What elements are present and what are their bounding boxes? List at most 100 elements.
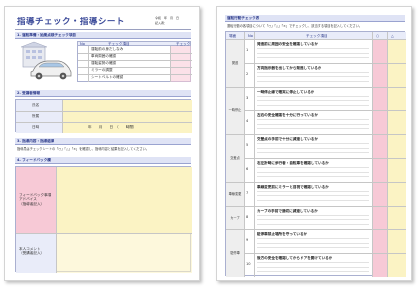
document-page-left: 指導チェック・指導シート 令和 年 月 日 記入者： 1. 運転準備・始業点検チ… — [4, 6, 200, 281]
p2-item-subline — [257, 128, 369, 129]
p2-item-subline — [257, 190, 369, 192]
p2-item-subline — [257, 104, 369, 106]
p2-scene-label: 駐停車 — [230, 251, 240, 256]
section-3-note: 指導員はチェックシートの「○」「△」「×」を確認し、指導内容と結果を記入してくだ… — [17, 147, 150, 151]
p2-row-divider — [244, 181, 406, 183]
p2-row-divider — [244, 229, 406, 230]
date-label: 令和 年 月 日 — [155, 16, 180, 20]
s1-row-1: 運転前の身だしなみ — [91, 47, 124, 51]
section-4-heading: 4. フィードバック欄 — [17, 158, 51, 162]
car-building-illustration — [20, 41, 72, 80]
p2-row-number: 2 — [246, 71, 249, 76]
s1-row-3: 運転姿勢の確認 — [91, 61, 117, 65]
feedback-label-1: フィードバック事項 アドバイス （指導者記入） — [19, 193, 52, 206]
s1-row-5: シートベルトの確認 — [91, 75, 124, 79]
info-label-name: 氏名 — [32, 103, 40, 107]
p2-row-divider — [244, 253, 406, 254]
p2-col-fair: △ — [391, 33, 394, 38]
p2-item-subline — [257, 167, 369, 168]
p2-check-item: 駐停車禁止場所を守っているか — [257, 232, 308, 237]
p2-item-subline — [257, 123, 369, 125]
p2-check-item: 右左折時に歩行者・自転車を確認しているか — [257, 161, 329, 165]
p2-item-subline — [257, 95, 369, 97]
p2-item-subline — [257, 57, 369, 58]
p2-col-no: No — [248, 33, 253, 38]
p2-row-number: 8 — [246, 214, 249, 219]
section-1-heading: 1. 運転準備・始業点検チェック項目 — [17, 33, 77, 37]
p2-item-subline — [257, 247, 369, 248]
p2-scene-divider — [226, 181, 244, 183]
p2-item-subline — [257, 71, 369, 73]
p2-item-subline — [257, 242, 369, 244]
section-4-header: 4. フィードバック欄 — [15, 157, 191, 164]
s1-row-4: ミラーの調整 — [91, 68, 113, 72]
p2-item-subline — [257, 223, 369, 225]
p2-scene-label: 車線変更 — [228, 191, 242, 196]
p2-row-divider — [244, 86, 406, 88]
p2-row-divider — [244, 110, 406, 111]
feedback-input-cell-2 — [56, 233, 192, 273]
p2-instruction: 運転行動の各項目について「○」「△」「×」でチェックし、該当する項目を記入してく… — [227, 24, 363, 28]
p2-item-subline — [257, 48, 369, 49]
section-3-heading: 3. 指導内容・指導結果 — [17, 139, 55, 143]
p2-item-subline — [257, 171, 369, 173]
p2-item-subline — [257, 214, 369, 216]
section-2-heading: 2. 受講者情報 — [17, 91, 41, 95]
p2-item-subline — [257, 100, 369, 101]
p2-col-ok: ○ — [376, 33, 380, 38]
p2-check-item: カーブの手前で適切に減速しているか — [257, 208, 318, 213]
p2-row-number: 4 — [246, 119, 249, 124]
behavior-check-table: 場面 No チェック項目 ○ △ 1 発進前に周囲の安全を確認しているか 2 方向指示… — [225, 31, 406, 277]
p2-item-subline — [257, 143, 369, 144]
s1-row-2: 車両周囲の確認 — [91, 54, 117, 58]
s1-table-body: 運転前の身だしなみ 車両周囲の確認 運転姿勢の確認 ミラーの調整 シートベルトの… — [77, 46, 192, 82]
p2-item-subline — [257, 219, 369, 220]
p2-scene-divider — [226, 205, 244, 207]
p2-row-number: 7 — [246, 190, 249, 195]
p2-item-subline — [257, 266, 369, 268]
p2-col-scene: 場面 — [229, 33, 237, 38]
feedback-input-cell-1 — [56, 167, 192, 233]
p2-check-item: 方向指示器を出してから発進しているか — [257, 65, 322, 70]
p2-check-item: 左右の安全確認を十分に行っているか — [257, 113, 318, 118]
p2-row-divider — [244, 158, 406, 159]
recorder-label: 記入者： — [155, 21, 184, 25]
feedback-table: フィードバック事項 アドバイス （指導者記入） 本人コメント （受講者記入） — [15, 166, 192, 273]
info-date-text: 年 月 日 （ 時間） — [88, 125, 137, 129]
info-label-dept: 所属 — [32, 114, 40, 118]
s1-check-column — [170, 46, 191, 82]
p2-title: 運転行動チェック表 — [227, 16, 260, 20]
p2-col-item: チェック項目 — [306, 33, 328, 38]
p2-scene-label: 一時停止 — [228, 108, 242, 113]
p2-item-subline — [257, 176, 369, 177]
p2-row-number: 3 — [246, 95, 249, 100]
p2-item-subline — [257, 238, 369, 239]
p2-row-number: 5 — [246, 143, 249, 148]
p2-title-bar: 運転行動チェック表 — [225, 15, 405, 22]
page-title: 指導チェック・指導シート — [17, 17, 125, 27]
p2-check-item: 後方の安全を確認してからドアを開けているか — [257, 256, 333, 261]
p2-check-item: 発進前に周囲の安全を確認しているか — [257, 42, 318, 46]
p2-scene-divider — [226, 86, 244, 88]
p2-scene-label: 交差点 — [230, 156, 240, 160]
p2-row-divider — [244, 62, 406, 64]
p2-item-subline — [257, 80, 369, 82]
p2-row-number: 10 — [246, 262, 251, 267]
p2-item-subline — [257, 195, 369, 196]
p2-row-divider — [244, 134, 406, 135]
p2-scene-divider — [226, 229, 244, 230]
feedback-label-2: 本人コメント （受講者記入） — [19, 247, 45, 256]
info-label-date: 日時 — [32, 125, 40, 129]
p2-item-subline — [257, 119, 369, 120]
p2-row-number: 1 — [246, 48, 249, 52]
p2-item-subline — [257, 199, 369, 201]
document-page-right: 運転行動チェック表 運転行動の各項目について「○」「△」「×」でチェックし、該当… — [216, 6, 412, 281]
p2-item-subline — [257, 271, 369, 272]
p2-row-divider — [244, 205, 406, 207]
title-rule — [15, 29, 191, 30]
section-3-header: 3. 指導内容・指導結果 — [15, 138, 191, 145]
p2-item-subline — [257, 152, 369, 153]
section-2-header: 2. 受講者情報 — [15, 90, 191, 97]
p2-check-item: 一時停止線で確実に停止しているか — [257, 89, 315, 94]
p2-item-subline — [257, 147, 369, 149]
